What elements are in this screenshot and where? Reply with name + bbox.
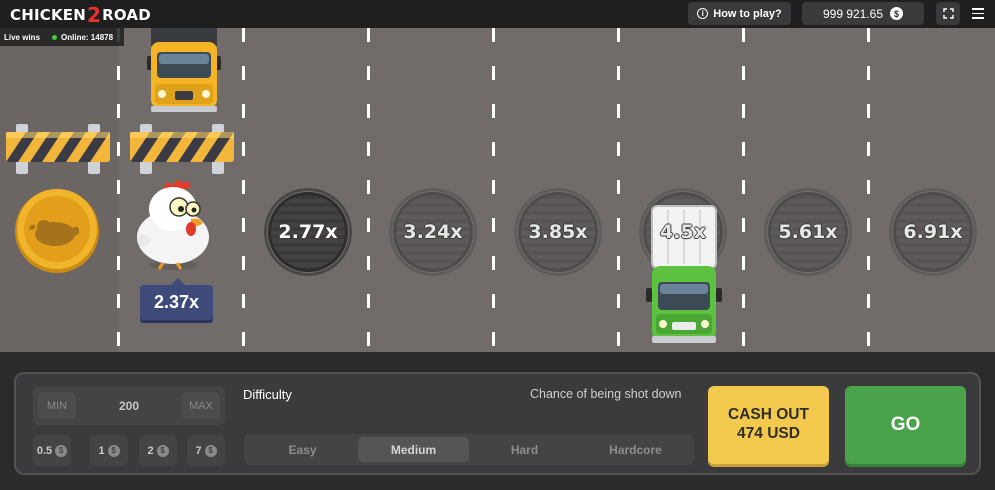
multiplier-value: 6.91x bbox=[903, 221, 963, 243]
quick-bet-button[interactable]: 2 $ bbox=[139, 435, 177, 466]
control-panel: MIN 200 MAX 0.5 $ 1 $ 2 $ 7 $ Difficulty… bbox=[14, 372, 981, 475]
menu-icon-bar bbox=[972, 17, 984, 20]
logo-text-road: ROAD bbox=[102, 6, 151, 24]
quick-bet-button[interactable]: 7 $ bbox=[187, 435, 225, 466]
multiplier-hatch-5[interactable]: 5.61x bbox=[764, 188, 852, 276]
menu-icon-bar bbox=[972, 12, 984, 15]
multiplier-value: 3.85x bbox=[528, 221, 588, 243]
lane-divider bbox=[742, 28, 745, 352]
multiplier-hatch-1[interactable]: 2.77x bbox=[264, 188, 352, 276]
quick-bet-value: 1 bbox=[98, 444, 105, 457]
live-wins-label: Live wins bbox=[4, 32, 41, 42]
multiplier-hatch-2[interactable]: 3.24x bbox=[389, 188, 477, 276]
go-label: GO bbox=[890, 414, 921, 435]
current-multiplier-value: 2.37x bbox=[153, 292, 200, 312]
menu-button[interactable] bbox=[968, 3, 988, 24]
dollar-coin-icon: $ bbox=[156, 444, 169, 457]
multiplier-value: 5.61x bbox=[778, 221, 838, 243]
difficulty-hard[interactable]: Hard bbox=[469, 437, 580, 462]
multiplier-hatch-3[interactable]: 3.85x bbox=[514, 188, 602, 276]
cash-out-label: CASH OUT bbox=[728, 406, 809, 424]
current-multiplier-badge: 2.37x bbox=[140, 278, 213, 320]
info-icon: i bbox=[697, 8, 709, 19]
balance-display: 999 921.65 $ bbox=[802, 2, 924, 25]
difficulty-hardcore[interactable]: Hardcore bbox=[580, 437, 691, 462]
menu-icon-bar bbox=[972, 7, 984, 10]
min-bet-button[interactable]: MIN bbox=[38, 392, 76, 419]
lane-divider bbox=[617, 28, 620, 352]
difficulty-easy[interactable]: Easy bbox=[247, 437, 358, 462]
road-barrier bbox=[130, 124, 234, 174]
lane-divider bbox=[242, 28, 245, 352]
chicken-character bbox=[137, 180, 209, 270]
dollar-coin-icon: $ bbox=[107, 444, 120, 457]
quick-bet-button[interactable]: 1 $ bbox=[90, 435, 128, 466]
quick-bet-value: 0.5 bbox=[36, 444, 53, 457]
yellow-truck bbox=[147, 28, 221, 112]
fullscreen-icon bbox=[942, 8, 954, 19]
how-to-play-button[interactable]: i How to play? bbox=[688, 2, 791, 25]
difficulty-selector: Easy Medium Hard Hardcore bbox=[244, 434, 694, 465]
lane-divider bbox=[867, 28, 870, 352]
max-bet-button[interactable]: MAX bbox=[182, 392, 220, 419]
bet-amount-box: MIN 200 MAX bbox=[33, 386, 225, 425]
chance-label: Chance of being shot down bbox=[530, 387, 682, 401]
dollar-coin-icon: $ bbox=[204, 444, 217, 457]
logo-text-chicken: CHICKEN bbox=[10, 6, 86, 24]
live-wins-bar: Live wins Online: 14878 bbox=[0, 28, 124, 46]
multiplier-value: 4.5x bbox=[660, 221, 706, 243]
dollar-coin-icon: $ bbox=[890, 7, 904, 20]
online-count-text: Online: 14878 bbox=[61, 32, 114, 42]
go-button[interactable]: GO bbox=[845, 386, 966, 464]
road: Live wins Online: 14878 2.37x 2.77x 3.24… bbox=[0, 28, 995, 352]
difficulty-medium[interactable]: Medium bbox=[358, 437, 469, 462]
road-barrier bbox=[6, 124, 110, 174]
lane-divider bbox=[117, 28, 120, 352]
quick-bet-button[interactable]: 0.5 $ bbox=[33, 435, 71, 466]
bet-amount-input[interactable]: 200 bbox=[76, 386, 182, 425]
chicken-coin-icon bbox=[15, 189, 99, 273]
dollar-coin-icon: $ bbox=[55, 444, 68, 457]
difficulty-label: Difficulty bbox=[243, 387, 292, 402]
logo-text-two: 2 bbox=[86, 3, 102, 27]
online-dot-icon bbox=[52, 34, 58, 40]
quick-bet-value: 7 bbox=[195, 444, 202, 457]
lane-divider bbox=[492, 28, 495, 352]
fullscreen-button[interactable] bbox=[936, 2, 960, 25]
multiplier-value: 2.77x bbox=[278, 221, 338, 243]
top-bar: CHICKEN 2 ROAD i How to play? 999 921.65… bbox=[0, 0, 995, 28]
balance-value: 999 921.65 bbox=[822, 6, 884, 21]
how-to-play-label: How to play? bbox=[713, 7, 782, 20]
multiplier-value: 3.24x bbox=[403, 221, 463, 243]
quick-bet-value: 2 bbox=[147, 444, 154, 457]
cash-out-button[interactable]: CASH OUT 474 USD bbox=[708, 386, 829, 464]
online-count: Online: 14878 bbox=[52, 33, 113, 42]
cash-out-amount: 474 USD bbox=[737, 425, 800, 442]
game-root: CHICKEN 2 ROAD i How to play? 999 921.65… bbox=[0, 0, 995, 490]
multiplier-hatch-6[interactable]: 6.91x bbox=[889, 188, 977, 276]
lane-divider bbox=[367, 28, 370, 352]
logo: CHICKEN 2 ROAD bbox=[10, 3, 151, 27]
